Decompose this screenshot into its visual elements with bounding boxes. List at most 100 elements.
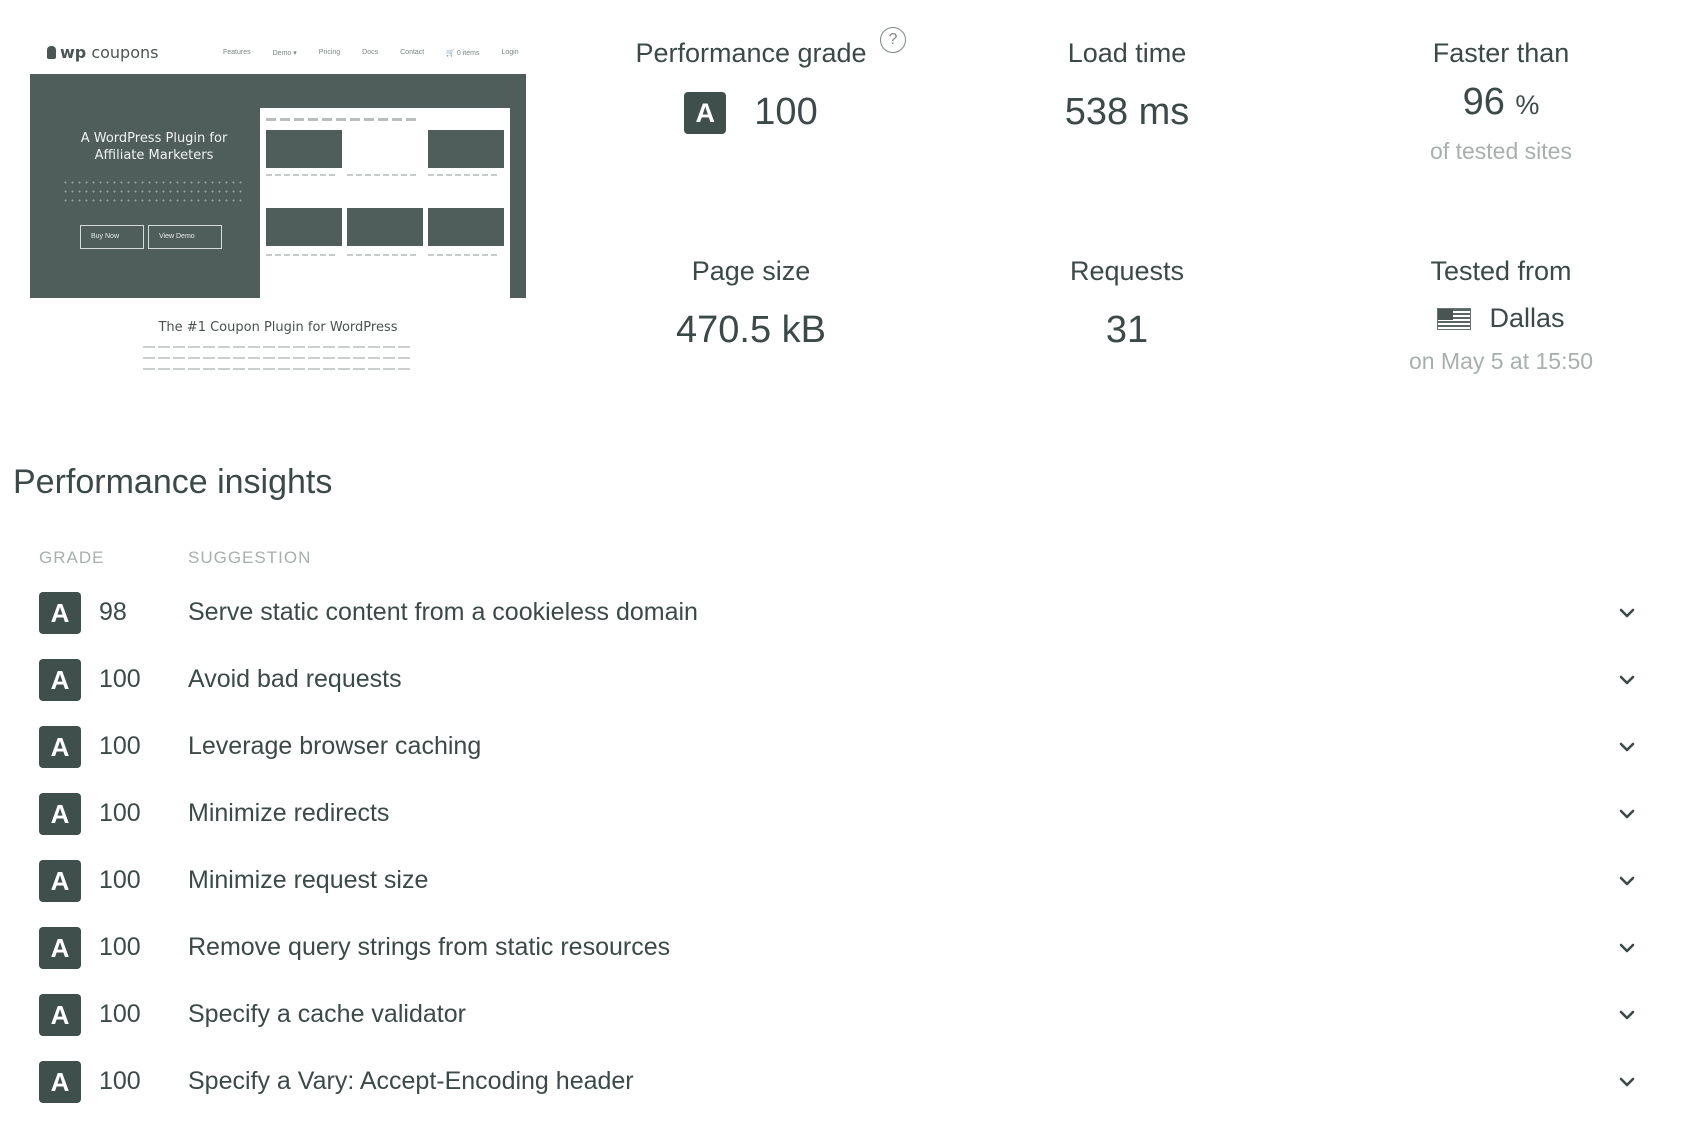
stat-label: Faster than (1432, 38, 1570, 68)
grade-badge: A (39, 726, 81, 768)
thumbnail-menu-item: 🛒 0 items (446, 50, 480, 57)
mockup-text (428, 254, 498, 268)
thumbnail-menu-item: Features (223, 49, 251, 56)
thumbnail-hero-text (62, 178, 242, 204)
thumbnail-logo: wp coupons (47, 43, 158, 62)
stat-subtext: of tested sites (1430, 138, 1572, 164)
stat-label: Load time (1067, 38, 1187, 68)
chevron-down-icon[interactable] (1617, 670, 1637, 690)
table-row[interactable]: A 100 Specify a cache validator (0, 994, 1682, 1061)
grade-row: A 100 (571, 91, 931, 134)
thumbnail-menu: Features Demo ▾ Pricing Docs Contact 🛒 0… (223, 49, 519, 57)
stat-value: 31 (1105, 309, 1149, 351)
mockup-line (266, 118, 416, 121)
thumbnail-nav: wp coupons Features Demo ▾ Pricing Docs … (30, 34, 526, 74)
stat-value: 100 (754, 91, 818, 133)
stat-faster-than: Faster than 96 % of tested sites (1321, 38, 1681, 165)
thumbnail-menu-item: Pricing (318, 49, 341, 56)
chevron-down-icon[interactable] (1617, 1005, 1637, 1025)
stat-requests: Requests 31 (947, 256, 1307, 352)
stat-subtext: on May 5 at 15:50 (1408, 348, 1594, 374)
grade-badge: A (39, 927, 81, 969)
thumbnail-menu-item: Docs (362, 49, 379, 56)
table-row[interactable]: A 100 Remove query strings from static r… (0, 927, 1682, 994)
mockup-text (266, 174, 336, 188)
suggestion-text: Leverage browser caching (188, 732, 482, 760)
table-row[interactable]: A 100 Specify a Vary: Accept-Encoding he… (0, 1061, 1682, 1128)
suggestion-text: Minimize request size (188, 866, 429, 894)
chevron-down-icon[interactable] (1617, 871, 1637, 891)
help-icon[interactable]: ? (880, 27, 906, 53)
section-title: Performance insights (13, 463, 333, 501)
chevron-down-icon[interactable] (1617, 938, 1637, 958)
percent-unit: % (1515, 90, 1540, 120)
grade-score: 100 (99, 933, 141, 961)
thumbnail-mockup (260, 108, 510, 298)
stat-value: 96 % (1462, 81, 1540, 123)
suggestion-text: Remove query strings from static resourc… (188, 933, 671, 961)
table-row[interactable]: A 100 Minimize redirects (0, 793, 1682, 860)
grade-badge: A (684, 91, 727, 134)
insights-table: A 98 Serve static content from a cookiel… (0, 592, 1682, 1128)
column-header-grade: GRADE (39, 548, 105, 567)
stat-label: Performance grade (635, 38, 867, 68)
location-name: Dallas (1489, 303, 1565, 333)
thumbnail-menu-item: Contact (400, 49, 425, 56)
mockup-card (428, 208, 504, 246)
thumbnail-hero: A WordPress Plugin for Affiliate Markete… (30, 74, 526, 298)
grade-score: 98 (99, 598, 127, 626)
us-flag-icon (1437, 307, 1472, 330)
thumbnail-menu-item: Login (501, 49, 519, 56)
stat-label: Tested from (1430, 256, 1572, 286)
thumbnail-buy-button: Buy Now (80, 225, 144, 249)
grade-score: 100 (99, 732, 141, 760)
mockup-text (347, 174, 417, 188)
thumbnail-hero-title: A WordPress Plugin for Affiliate Markete… (80, 131, 228, 163)
mockup-card (266, 130, 342, 168)
stat-page-size: Page size 470.5 kB (571, 256, 931, 352)
grade-badge: A (39, 659, 81, 701)
mockup-text (428, 174, 498, 188)
mockup-text (266, 254, 336, 268)
mockup-card (347, 208, 423, 246)
stat-value: 538 ms (1064, 91, 1190, 133)
suggestion-text: Avoid bad requests (188, 665, 402, 693)
table-row[interactable]: A 100 Leverage browser caching (0, 726, 1682, 793)
chevron-down-icon[interactable] (1617, 804, 1637, 824)
thumbnail-subtext (143, 346, 413, 380)
suggestion-text: Specify a cache validator (188, 1000, 466, 1028)
table-row[interactable]: A 100 Minimize request size (0, 860, 1682, 927)
thumbnail-menu-item: Demo ▾ (272, 50, 297, 57)
site-screenshot-thumbnail: wp coupons Features Demo ▾ Pricing Docs … (30, 34, 526, 394)
grade-badge: A (39, 592, 81, 634)
mockup-card (266, 208, 342, 246)
stat-load-time: Load time 538 ms (947, 38, 1307, 134)
table-row[interactable]: A 98 Serve static content from a cookiel… (0, 592, 1682, 659)
suggestion-text: Minimize redirects (188, 799, 390, 827)
stat-performance-grade: Performance grade A 100 (571, 38, 931, 134)
thumbnail-caption: The #1 Coupon Plugin for WordPress (158, 320, 398, 335)
chevron-down-icon[interactable] (1617, 603, 1637, 623)
piggy-bank-icon (47, 46, 56, 59)
grade-score: 100 (99, 665, 141, 693)
suggestion-text: Specify a Vary: Accept-Encoding header (188, 1067, 634, 1095)
thumbnail-demo-button: View Demo (148, 225, 222, 249)
grade-score: 100 (99, 799, 141, 827)
grade-badge: A (39, 860, 81, 902)
grade-score: 100 (99, 1067, 141, 1095)
grade-score: 100 (99, 1000, 141, 1028)
location-row: Dallas (1321, 303, 1681, 334)
stat-tested-from: Tested from Dallas on May 5 at 15:50 (1321, 256, 1681, 375)
chevron-down-icon[interactable] (1617, 737, 1637, 757)
column-header-suggestion: SUGGESTION (188, 548, 312, 567)
grade-badge: A (39, 994, 81, 1036)
stat-label: Requests (1069, 256, 1185, 286)
mockup-card (428, 130, 504, 168)
suggestion-text: Serve static content from a cookieless d… (188, 598, 698, 626)
table-row[interactable]: A 100 Avoid bad requests (0, 659, 1682, 726)
grade-badge: A (39, 793, 81, 835)
grade-score: 100 (99, 866, 141, 894)
chevron-down-icon[interactable] (1617, 1072, 1637, 1092)
stat-label: Page size (691, 256, 811, 286)
grade-badge: A (39, 1061, 81, 1103)
